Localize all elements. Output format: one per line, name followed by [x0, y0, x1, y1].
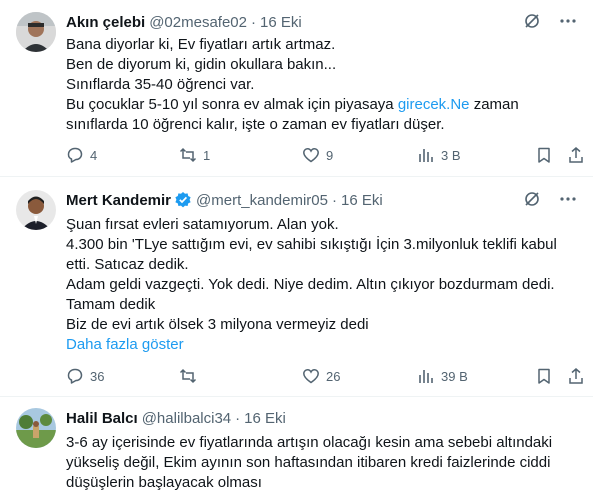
grok-icon[interactable] [523, 190, 541, 208]
avatar-image [16, 408, 56, 448]
view-count: 3 B [441, 147, 461, 163]
retweet-count: 1 [203, 147, 211, 163]
tweet[interactable]: Halil Balcı @halilbalci34 · 16 Eki 3-6 a… [0, 398, 593, 497]
avatar-image [16, 12, 56, 52]
avatar[interactable] [16, 408, 56, 448]
reply-button[interactable]: 36 [66, 367, 104, 385]
tweet-line: Bu çocuklar 5-10 yıl sonra ev almak için… [66, 95, 577, 115]
tweet-link[interactable]: girecek.Ne [398, 96, 470, 113]
author-name[interactable]: Akın çelebi [66, 14, 145, 31]
separator-dot: · [251, 13, 256, 31]
view-count: 39 B [441, 368, 468, 384]
author-handle[interactable]: @mert_kandemir05 [196, 192, 328, 209]
tweet-date[interactable]: 16 Eki [260, 14, 302, 31]
heart-icon [303, 148, 319, 163]
tweet-date[interactable]: 16 Eki [341, 192, 383, 209]
tweet[interactable]: Akın çelebi @02mesafe02 · 16 Eki Bana di… [0, 0, 593, 177]
tweet-text: 3-6 ay içerisinde ev fiyatlarında artışı… [66, 433, 577, 493]
tweet-date[interactable]: 16 Eki [244, 410, 286, 427]
author-name[interactable]: Halil Balcı [66, 410, 138, 427]
tweet-line: etti. Satıcaz dedik. [66, 256, 189, 273]
reply-button[interactable]: 4 [66, 146, 97, 164]
author-handle[interactable]: @halilbalci34 [142, 410, 231, 427]
author-handle[interactable]: @02mesafe02 [149, 14, 247, 31]
bookmark-icon [538, 368, 550, 384]
tweet-line-text: zaman [469, 96, 519, 113]
like-count: 9 [326, 147, 334, 163]
tweet-line: yükseliş değil, Ekim ayının son haftasın… [66, 454, 551, 471]
author-name[interactable]: Mert Kandemir [66, 192, 171, 209]
bookmark-icon [538, 147, 550, 163]
tweet-line: Şuan fırsat evleri satamıyorum. Alan yok… [66, 216, 339, 233]
grok-icon[interactable] [523, 12, 541, 30]
avatar-image [16, 190, 56, 230]
tweet-line: sınıflarda 10 öğrenci kalır, işte o zama… [66, 116, 445, 133]
share-icon [569, 368, 583, 384]
tweet-line: Biz de evi artık ölsek 3 milyona vermeyi… [66, 316, 369, 333]
tweet-line: Sınıflarda 35-40 öğrenci var. [66, 76, 255, 93]
share-button[interactable] [567, 146, 585, 164]
more-options-icon[interactable] [559, 190, 577, 208]
show-more-link[interactable]: Daha fazla göster [66, 335, 577, 355]
more-options-icon[interactable] [559, 12, 577, 30]
tweet[interactable]: Mert Kandemir @mert_kandemir05 · 16 Eki … [0, 178, 593, 397]
reply-icon [67, 147, 83, 163]
reply-count: 4 [90, 147, 98, 163]
tweet-text: Bana diyorlar ki, Ev fiyatları artık art… [66, 35, 577, 135]
tweet-line: 3-6 ay içerisinde ev fiyatlarında artışı… [66, 434, 553, 451]
tweet-line-text: Bu çocuklar 5-10 yıl sonra ev almak için… [66, 96, 398, 113]
bookmark-button[interactable] [535, 367, 553, 385]
avatar[interactable] [16, 12, 56, 52]
avatar[interactable] [16, 190, 56, 230]
tweet-text: Şuan fırsat evleri satamıyorum. Alan yok… [66, 215, 577, 355]
like-button[interactable]: 26 [302, 367, 340, 385]
tweet-line: Tamam dedik [66, 296, 156, 313]
like-count: 26 [326, 368, 341, 384]
separator-dot: · [331, 191, 337, 209]
views-button[interactable]: 3 B [417, 146, 461, 164]
tweet-line: Adam geldi vazgeçti. Yok dedi. Niye dedi… [66, 276, 555, 293]
tweet-line: 4.300 bin 'TLye sattığım evi, ev sahibi … [66, 236, 557, 253]
share-button[interactable] [567, 367, 585, 385]
tweet-line: Ben de diyorum ki, gidin okullara bakın.… [66, 56, 337, 73]
retweet-button[interactable]: 1 [179, 146, 210, 164]
tweet-line: Bana diyorlar ki, Ev fiyatları artık art… [66, 36, 336, 53]
share-icon [569, 147, 583, 163]
retweet-icon [179, 368, 197, 384]
views-icon [419, 370, 433, 383]
separator-dot: · [235, 409, 241, 427]
heart-icon [303, 369, 319, 384]
views-button[interactable]: 39 B [417, 367, 468, 385]
retweet-button[interactable] [179, 367, 203, 385]
like-button[interactable]: 9 [302, 146, 333, 164]
verified-badge-icon [175, 192, 191, 208]
views-icon [419, 149, 433, 162]
bookmark-button[interactable] [535, 146, 553, 164]
tweet-line: düşüşlerin başlayacak olması [66, 474, 262, 491]
retweet-icon [179, 147, 197, 163]
reply-icon [67, 368, 83, 384]
reply-count: 36 [90, 368, 105, 384]
